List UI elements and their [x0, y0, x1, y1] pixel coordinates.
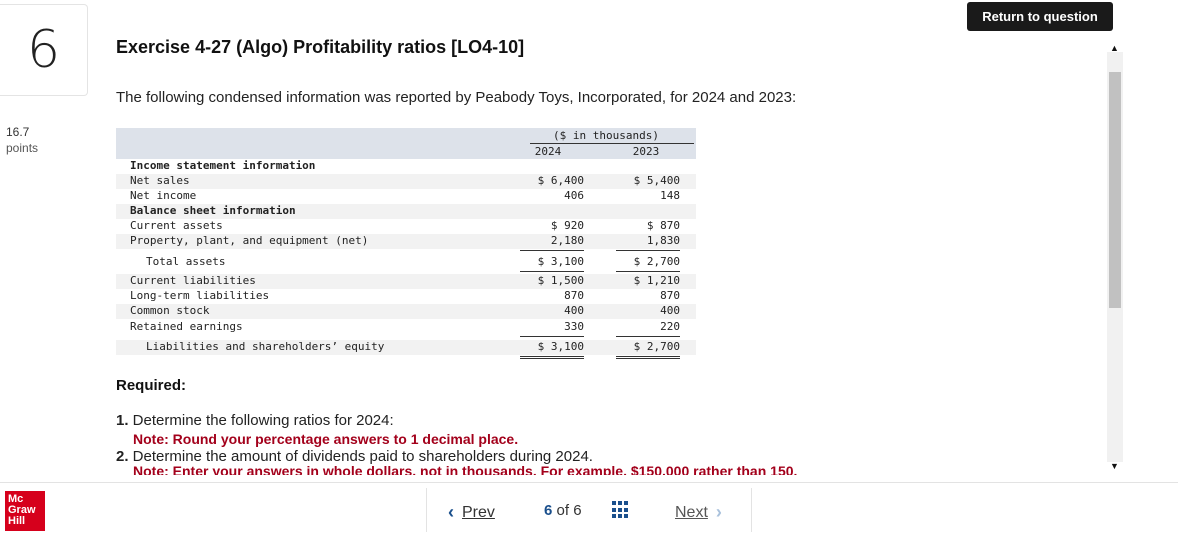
table-row: Common stock 400 400	[116, 304, 696, 319]
required-note-1: Note: Round your percentage answers to 1…	[133, 431, 519, 447]
total-double-rule	[520, 358, 584, 359]
prev-button[interactable]: ‹ Prev	[448, 502, 495, 523]
table-row: Total assets $ 3,100 $ 2,700	[146, 255, 680, 268]
chevron-left-icon: ‹	[448, 502, 454, 522]
subtotal-rule	[616, 250, 680, 251]
table-row: Property, plant, and equipment (net) 2,1…	[116, 234, 696, 249]
total-rule	[520, 271, 584, 272]
page-indicator: 6 of 6	[544, 502, 582, 519]
total-rule	[520, 356, 584, 357]
footer-divider	[0, 482, 1178, 483]
required-item-2: 2. Determine the amount of dividends pai…	[116, 448, 593, 465]
subtotal-rule	[520, 250, 584, 251]
total-rule	[616, 356, 680, 357]
mcgraw-hill-logo: Mc Graw Hill	[5, 491, 45, 531]
required-item-1: 1. Determine the following ratios for 20…	[116, 412, 394, 429]
question-number: 6	[26, 20, 61, 80]
table-row: Balance sheet information	[116, 204, 696, 219]
question-number-box: 6	[0, 4, 88, 96]
table-units-label: ($ in thousands)	[553, 129, 659, 142]
units-rule	[530, 143, 694, 144]
subtotal-rule	[616, 336, 680, 337]
table-row: Net sales $ 6,400 $ 5,400	[116, 174, 696, 189]
table-row: Current liabilities $ 1,500 $ 1,210	[116, 274, 696, 289]
table-row: Retained earnings 330 220	[130, 320, 680, 333]
exercise-title: Exercise 4-27 (Algo) Profitability ratio…	[116, 37, 525, 57]
points-label: points	[6, 141, 39, 155]
exercise-intro: The following condensed information was …	[116, 89, 797, 106]
table-row: Long-term liabilities 870 870	[130, 289, 680, 302]
table-row: Income statement information	[130, 159, 316, 172]
table-row: Current assets $ 920 $ 870	[130, 219, 680, 232]
table-row: Net income 406 148	[130, 189, 680, 202]
col-2024-header: 2024	[534, 145, 562, 158]
total-double-rule	[616, 358, 680, 359]
required-note-2: Note: Enter your answers in whole dollar…	[133, 466, 798, 475]
col-2023-header: 2023	[632, 145, 660, 158]
next-button[interactable]: Next ›	[675, 502, 722, 523]
question-grid-icon[interactable]	[612, 501, 630, 519]
return-to-question-button[interactable]: Return to question	[967, 2, 1113, 31]
points-value: 16.7	[6, 125, 30, 139]
subtotal-rule	[520, 336, 584, 337]
chevron-right-icon: ›	[715, 502, 722, 522]
scroll-down-arrow-icon[interactable]: ▼	[1110, 461, 1119, 471]
total-rule	[616, 271, 680, 272]
required-heading: Required:	[116, 377, 187, 394]
scrollbar-thumb[interactable]	[1109, 72, 1121, 308]
table-row: Liabilities and shareholders’ equity $ 3…	[116, 340, 696, 355]
